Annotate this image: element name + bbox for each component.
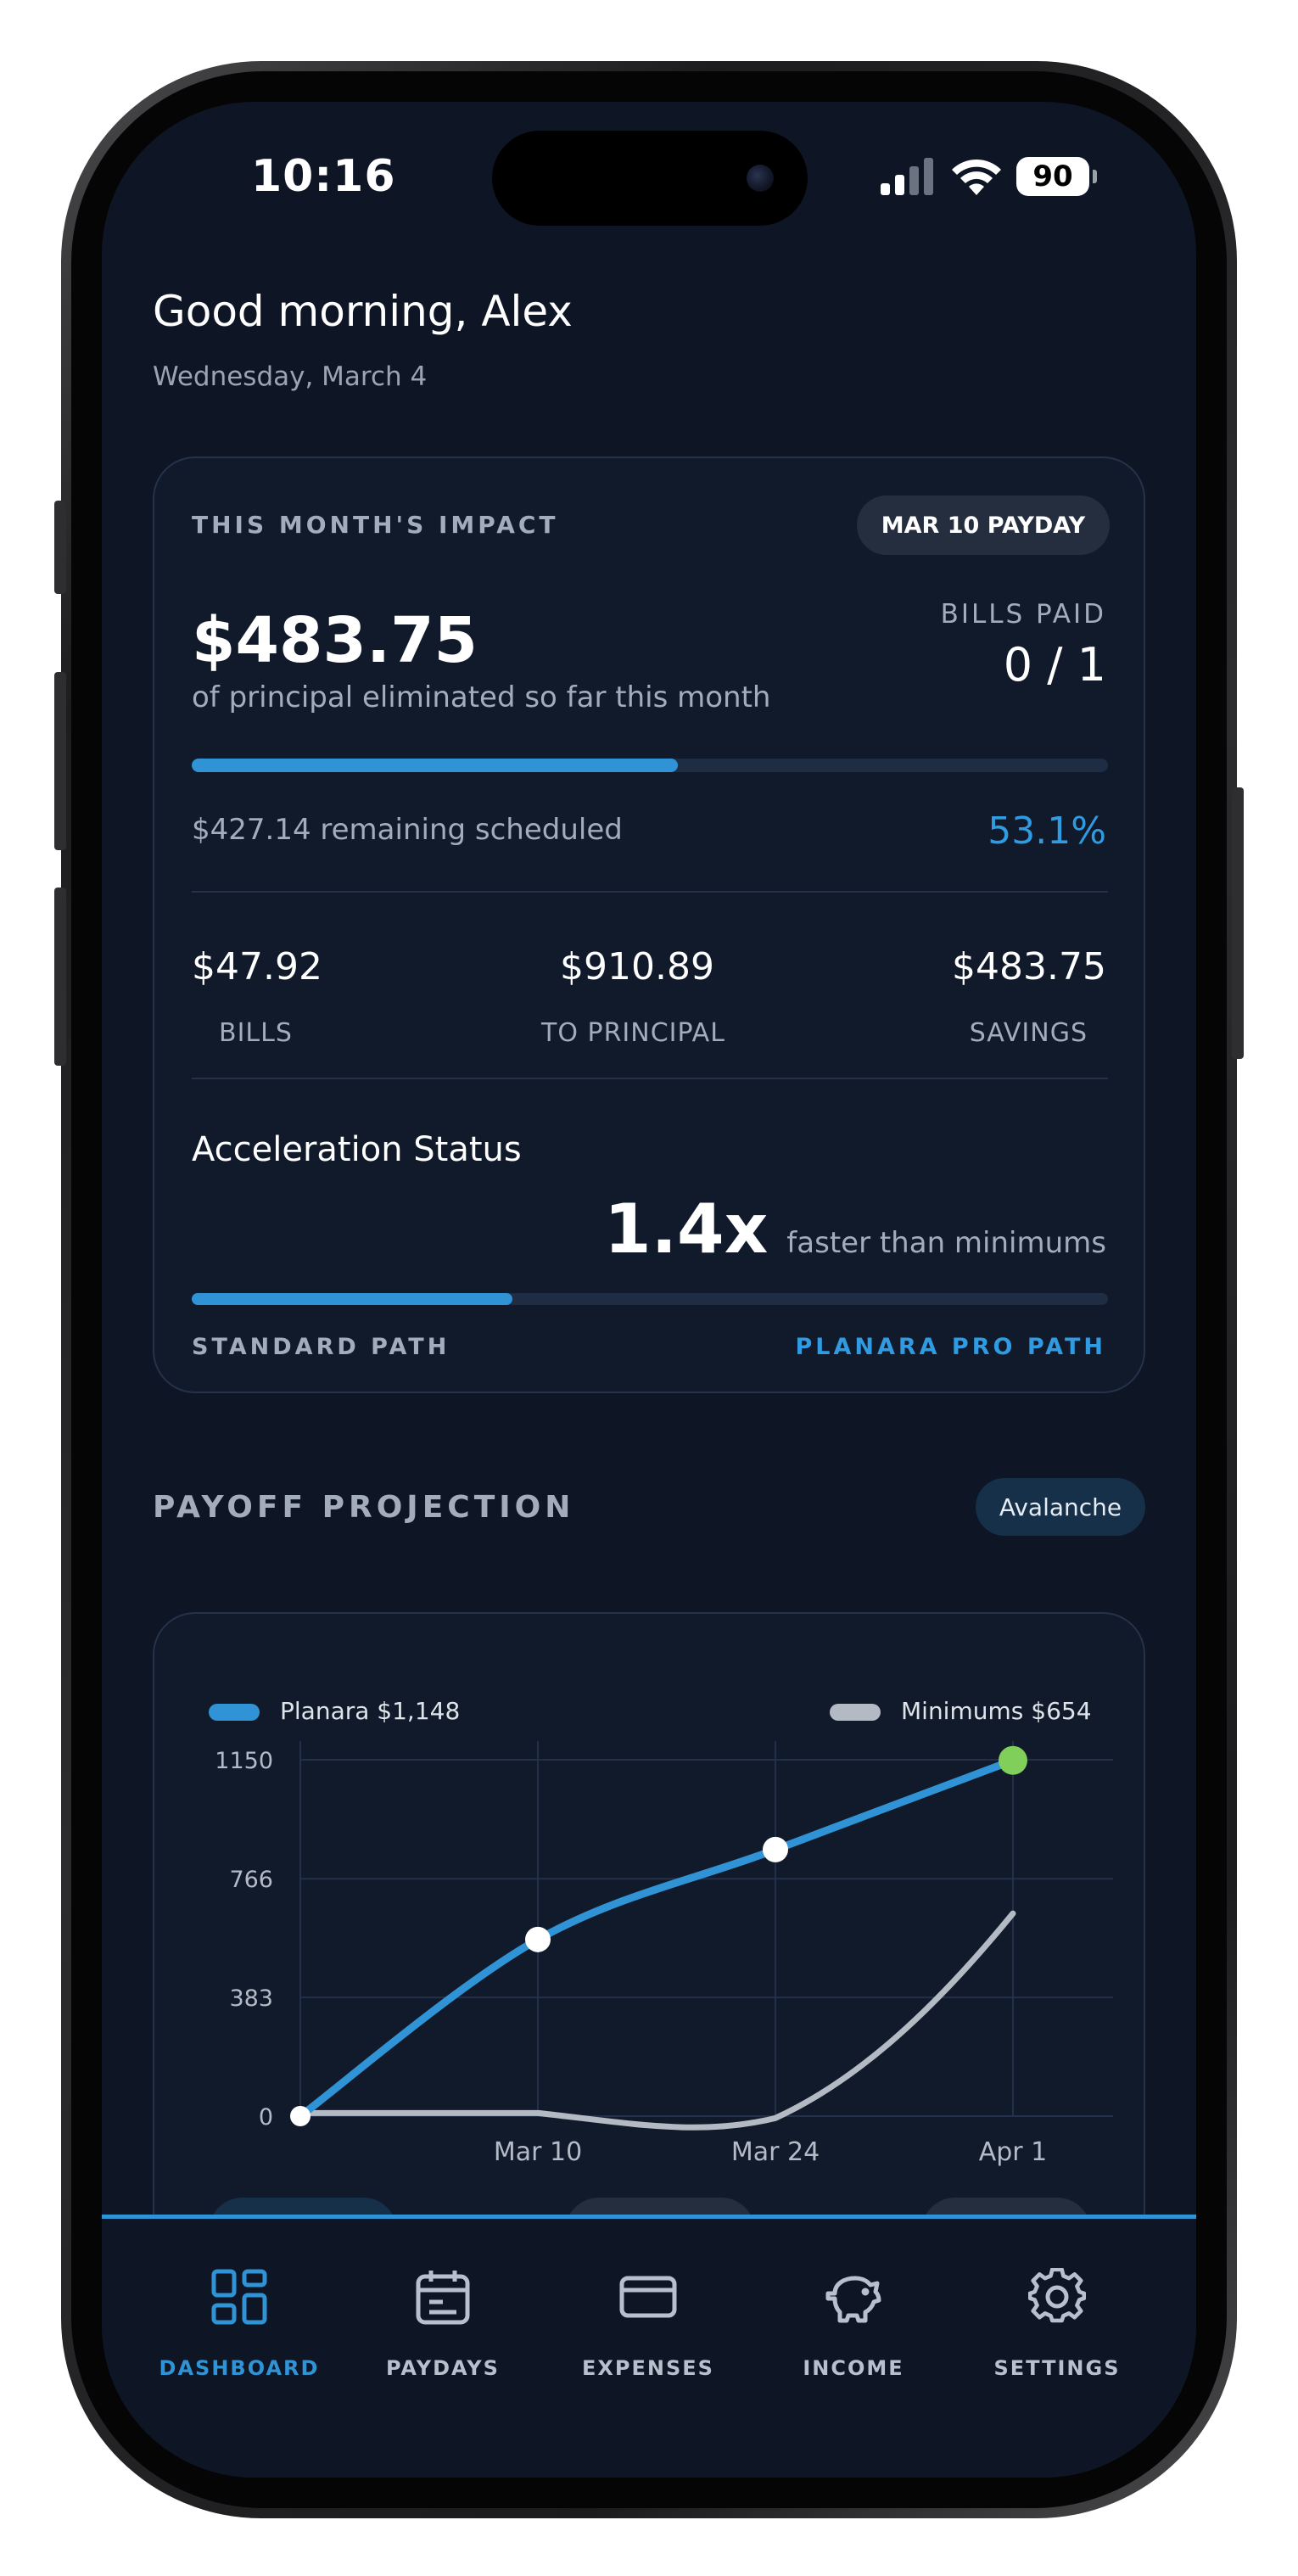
standard-path-label: STANDARD PATH [192, 1334, 450, 1360]
tab-paydays-label: PAYDAYS [386, 2356, 500, 2380]
legend-label-planara: Planara $1,148 [280, 1697, 461, 1725]
monthly-progress-bar [192, 759, 1108, 772]
y-tick-label-2: 766 [229, 1867, 273, 1893]
cellular-signal-icon [881, 158, 933, 195]
volume-down-button [54, 888, 66, 1066]
bills-paid-label: BILLS PAID [940, 599, 1106, 630]
bills-stat-label: BILLS [219, 1018, 293, 1048]
payday-pill[interactable]: MAR 10 PAYDAY [857, 496, 1110, 555]
pro-path-label: PLANARA PRO PATH [795, 1334, 1106, 1360]
x-tick-label-3: Apr 1 [979, 2137, 1048, 2167]
series-line-minimums [297, 1910, 1016, 2131]
app-screen: 10:16 90 Good morning, Alex Wednesday, M… [102, 102, 1196, 2478]
greeting-title: Good morning, Alex [153, 287, 573, 336]
status-icons: 90 [881, 156, 1097, 197]
tab-income[interactable]: INCOME [769, 2219, 938, 2388]
card-icon [619, 2276, 677, 2318]
acceleration-caption: faster than minimums [786, 1226, 1106, 1260]
series-line-planara [296, 1756, 1017, 2120]
y-tick-label-1: 383 [229, 1985, 273, 2012]
tab-expenses-label: EXPENSES [582, 2356, 714, 2380]
acceleration-title: Acceleration Status [192, 1130, 522, 1169]
savings-stat-value: $483.75 [952, 945, 1106, 988]
camera-icon [747, 165, 774, 192]
impact-eyebrow: THIS MONTH'S IMPACT [192, 511, 559, 539]
gear-icon [1028, 2268, 1086, 2323]
acceleration-bar [192, 1293, 1108, 1305]
payoff-line-chart: 0 383 766 1150 Mar 10 Mar 24 Apr 1 [215, 1741, 1113, 2167]
volume-up-button [54, 672, 66, 850]
impact-divider-2 [192, 1078, 1108, 1079]
principal-eliminated-caption: of principal eliminated so far this mont… [192, 680, 771, 714]
acceleration-fill [192, 1293, 512, 1305]
planara-point-3 [999, 1745, 1027, 1775]
acceleration-multiplier: 1.4x [603, 1190, 769, 1268]
x-tick-label-1: Mar 10 [494, 2137, 582, 2167]
x-tick-label-2: Mar 24 [731, 2137, 820, 2167]
tab-settings-label: SETTINGS [993, 2356, 1121, 2380]
principal-eliminated-amount: $483.75 [192, 604, 478, 677]
bills-paid-value: 0 / 1 [1003, 638, 1106, 692]
savings-stat-label: SAVINGS [969, 1018, 1088, 1048]
legend-swatch-minimums [830, 1704, 881, 1721]
tab-dashboard-label: DASHBOARD [159, 2356, 320, 2380]
monthly-progress-fill [192, 759, 679, 772]
tab-dashboard[interactable]: DASHBOARD [154, 2219, 324, 2388]
battery-icon: 90 [1016, 157, 1097, 196]
planara-point-0 [290, 2106, 311, 2126]
piggy-bank-icon [825, 2276, 881, 2323]
bills-stat-value: $47.92 [192, 945, 322, 988]
planara-point-2 [763, 1836, 788, 1862]
tab-paydays[interactable]: PAYDAYS [358, 2219, 528, 2388]
planara-point-1 [525, 1926, 551, 1952]
acceleration-multiplier-row: 1.4x faster than minimums [604, 1190, 1106, 1268]
action-button [54, 501, 66, 594]
payoff-projection-title: PAYOFF PROJECTION [153, 1490, 575, 1525]
current-date: Wednesday, March 4 [153, 361, 428, 392]
calendar-icon [416, 2271, 470, 2325]
status-time: 10:16 [251, 151, 396, 202]
monthly-impact-card: THIS MONTH'S IMPACT MAR 10 PAYDAY $483.7… [153, 456, 1145, 1393]
wifi-icon [952, 159, 1001, 195]
strategy-pill[interactable]: Avalanche [976, 1478, 1145, 1536]
progress-percent: 53.1% [987, 809, 1106, 853]
dashboard-icon [211, 2269, 267, 2325]
tab-expenses[interactable]: EXPENSES [563, 2219, 733, 2388]
y-tick-label-3: 1150 [215, 1748, 273, 1774]
impact-divider-1 [192, 891, 1108, 893]
bottom-tab-bar: DASHBOARD PAYDAYS EXPENSES INCOME SETTIN… [102, 2215, 1196, 2478]
tab-income-label: INCOME [803, 2356, 904, 2380]
principal-stat-label: TO PRINCIPAL [541, 1018, 725, 1048]
legend-label-minimums: Minimums $654 [901, 1697, 1092, 1725]
dynamic-island [492, 131, 808, 226]
remaining-scheduled: $427.14 remaining scheduled [192, 813, 623, 847]
power-button [1232, 787, 1244, 1059]
tab-settings[interactable]: SETTINGS [972, 2219, 1142, 2388]
legend-swatch-planara [209, 1704, 260, 1721]
y-tick-label-0: 0 [259, 2104, 273, 2131]
principal-stat-value: $910.89 [560, 945, 714, 988]
